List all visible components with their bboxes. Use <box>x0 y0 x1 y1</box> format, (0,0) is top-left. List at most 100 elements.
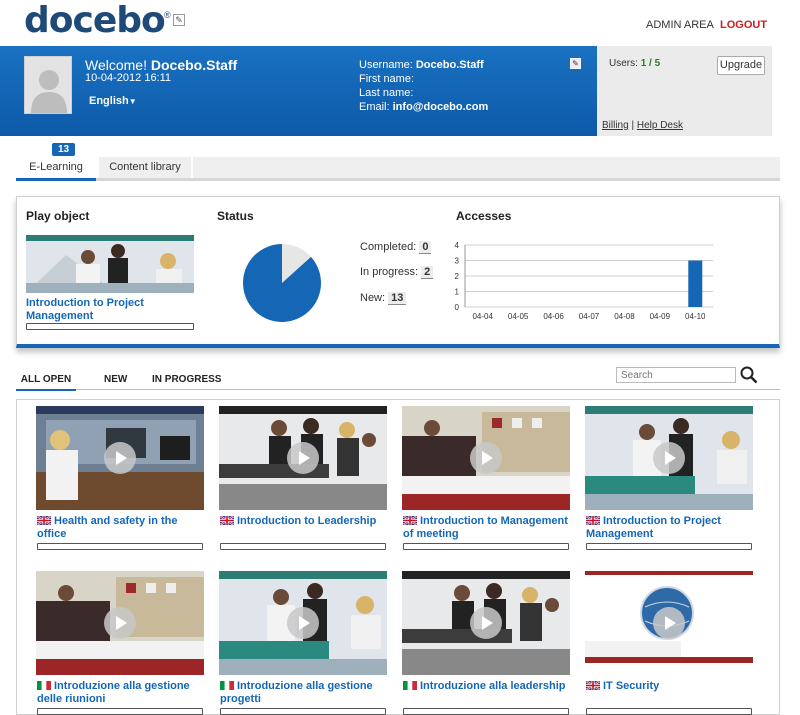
docebo-logo[interactable]: docebo <box>24 0 166 41</box>
registered-mark: ® <box>164 10 171 20</box>
x-tick-label: 04-10 <box>685 312 706 321</box>
course-thumbnail[interactable] <box>402 406 570 510</box>
new-value[interactable]: 13 <box>388 292 407 305</box>
email-label: Email: <box>359 101 390 113</box>
play-object-progress-bar <box>26 323 194 330</box>
billing-link[interactable]: Billing <box>602 120 629 131</box>
caret-down-icon: ▼ <box>128 97 137 106</box>
account-links: Billing | Help Desk <box>602 120 683 131</box>
course-card[interactable]: Introduzione alla gestione delle riunion… <box>36 571 204 715</box>
avatar[interactable] <box>24 56 72 114</box>
course-title-text: IT Security <box>603 680 660 692</box>
play-button-icon[interactable] <box>104 442 136 474</box>
course-thumbnail[interactable] <box>402 571 570 675</box>
logout-link[interactable]: LOGOUT <box>720 19 767 31</box>
play-button-icon[interactable] <box>653 442 685 474</box>
stat-in-progress: In progress: 2 <box>360 266 434 279</box>
course-progress-bar <box>220 708 386 715</box>
y-tick-label: 2 <box>455 272 460 281</box>
play-object-thumbnail[interactable] <box>26 235 194 293</box>
course-progress-bar <box>586 543 752 550</box>
course-card[interactable]: Introduction to Leadership <box>219 406 387 556</box>
edit-profile-icon[interactable]: ✎ <box>570 58 581 69</box>
course-card[interactable]: Introduzione alla leadership <box>402 571 570 715</box>
status-heading: Status <box>217 209 254 223</box>
course-title[interactable]: Health and safety in the office <box>36 515 205 541</box>
welcome-text: Welcome! Docebo.Staff <box>85 57 237 73</box>
course-title-text: Introduzione alla leadership <box>420 680 566 692</box>
x-tick-label: 04-06 <box>543 312 564 321</box>
edit-logo-icon[interactable]: ✎ <box>173 14 185 26</box>
course-card[interactable]: Introduction to Project Management <box>585 406 753 556</box>
elearning-count-badge: 13 <box>52 143 75 156</box>
user-silhouette-icon <box>31 70 67 113</box>
search-input[interactable] <box>616 367 736 383</box>
y-tick-label: 4 <box>455 241 460 250</box>
course-title-text: Introduction to Project Management <box>586 515 721 540</box>
course-title[interactable]: Introduction to Project Management <box>585 515 754 541</box>
accesses-heading: Accesses <box>456 209 512 223</box>
status-pie-chart <box>243 244 322 322</box>
course-card[interactable]: IT Security <box>585 571 753 715</box>
in-progress-label: In progress: <box>360 266 419 278</box>
filter-all-open[interactable]: ALL OPEN <box>16 374 76 391</box>
course-thumbnail[interactable] <box>585 571 753 675</box>
uk-flag-icon <box>585 680 601 691</box>
search-icon[interactable] <box>740 366 758 384</box>
welcome-username: Docebo.Staff <box>150 57 238 73</box>
play-button-icon[interactable] <box>653 607 685 639</box>
filter-new[interactable]: NEW <box>104 374 127 390</box>
course-card[interactable]: Introduction to Management of meeting <box>402 406 570 556</box>
course-progress-bar <box>403 543 569 550</box>
course-title[interactable]: IT Security <box>585 680 754 693</box>
accesses-bar-chart: 0 1 2 3 4 04-04 04-05 04-06 04-07 04-08 04-09 04-10 <box>455 241 713 321</box>
play-object-title[interactable]: Introduction to Project Management <box>26 297 194 323</box>
course-title[interactable]: Introduzione alla gestione delle riunion… <box>37 680 205 706</box>
course-thumbnail[interactable] <box>36 571 204 675</box>
main-tabs: E-Learning Content library <box>16 157 780 181</box>
course-card[interactable]: Health and safety in the office <box>36 406 204 556</box>
tab-bar-filler <box>193 157 780 178</box>
y-tick-label: 1 <box>455 288 460 297</box>
course-progress-bar <box>586 708 752 715</box>
play-button-icon[interactable] <box>104 607 136 639</box>
in-progress-value[interactable]: 2 <box>421 266 434 279</box>
tab-content-library[interactable]: Content library <box>99 157 191 178</box>
top-bar: docebo ® ✎ ADMIN AREA LOGOUT <box>0 0 800 46</box>
admin-area-link[interactable]: ADMIN AREA <box>646 19 714 31</box>
course-progress-bar <box>37 708 203 715</box>
first-name-label: First name: <box>359 73 415 85</box>
course-thumbnail[interactable] <box>219 406 387 510</box>
upgrade-button[interactable]: Upgrade <box>717 56 765 75</box>
play-object-heading: Play object <box>26 209 90 223</box>
dashboard-panel: Play object Status Accesses Introduction… <box>16 196 780 348</box>
last-name-label: Last name: <box>359 87 414 99</box>
y-tick-label: 3 <box>455 257 460 266</box>
welcome-prefix: Welcome! <box>85 57 147 73</box>
tab-elearning[interactable]: E-Learning <box>16 157 96 181</box>
helpdesk-link[interactable]: Help Desk <box>637 120 683 131</box>
play-button-icon[interactable] <box>470 442 502 474</box>
course-thumbnail[interactable] <box>219 571 387 675</box>
language-selector[interactable]: English▼ <box>89 95 137 107</box>
users-counter: Users: 1 / 5 <box>609 58 660 69</box>
play-button-icon[interactable] <box>470 607 502 639</box>
course-title-text: Introduction to Management of meeting <box>403 515 568 540</box>
course-title[interactable]: Introduzione alla gestione progetti <box>220 680 388 706</box>
x-tick-label: 04-04 <box>472 312 493 321</box>
course-thumbnail[interactable] <box>36 406 204 510</box>
filter-in-progress[interactable]: IN PROGRESS <box>152 374 221 390</box>
link-separator: | <box>631 120 635 131</box>
completed-value[interactable]: 0 <box>419 241 432 254</box>
course-title-text: Health and safety in the office <box>37 515 178 540</box>
course-title[interactable]: Introduction to Management of meeting <box>402 515 571 541</box>
course-title[interactable]: Introduction to Leadership <box>219 515 388 528</box>
play-button-icon[interactable] <box>287 442 319 474</box>
page: docebo ® ✎ ADMIN AREA LOGOUT Welcome! Do… <box>0 0 800 715</box>
x-tick-label: 04-07 <box>579 312 600 321</box>
uk-flag-icon <box>585 515 601 526</box>
play-button-icon[interactable] <box>287 607 319 639</box>
course-title[interactable]: Introduzione alla leadership <box>403 680 571 693</box>
course-thumbnail[interactable] <box>585 406 753 510</box>
course-card[interactable]: Introduzione alla gestione progetti <box>219 571 387 715</box>
